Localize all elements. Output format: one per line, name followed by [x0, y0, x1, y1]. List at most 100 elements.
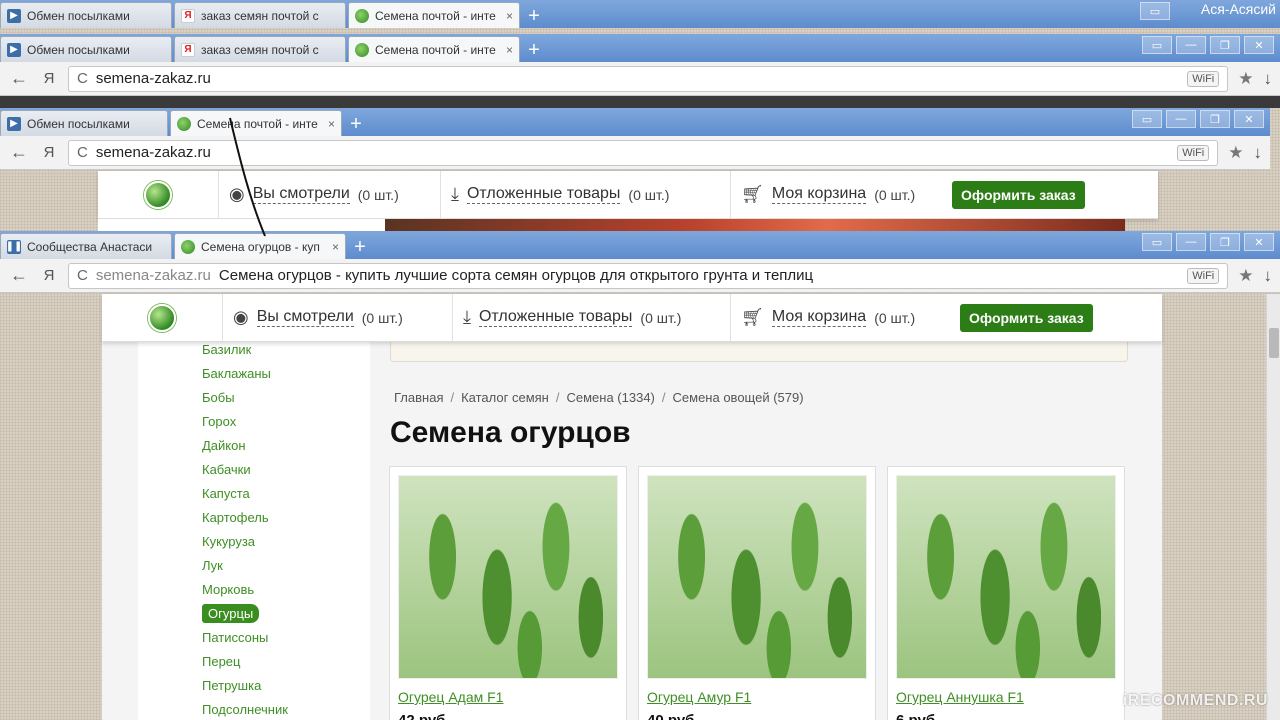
- sidebar-item[interactable]: Капуста: [196, 482, 366, 506]
- yandex-button[interactable]: Я: [40, 144, 58, 161]
- url-text: semena-zakaz.ru: [95, 267, 211, 284]
- product-card[interactable]: Огурец Адам F1 42 руб.: [389, 466, 627, 720]
- back-arrow-icon[interactable]: ←: [8, 265, 30, 286]
- tab-obmen[interactable]: ▶ Обмен посылками: [0, 36, 172, 62]
- bookmark-star-icon[interactable]: ★: [1238, 69, 1253, 89]
- breadcrumb-item[interactable]: Каталог семян: [461, 390, 549, 405]
- site-logo[interactable]: [148, 303, 176, 332]
- saved-link[interactable]: ⤓ Отложенные товары (0 шт.): [440, 171, 730, 218]
- play-icon: ▶: [7, 42, 21, 57]
- product-price: 42 руб.: [398, 712, 450, 720]
- tab-obmen[interactable]: ▶ Обмен посылками: [0, 2, 172, 28]
- category-sidebar: Базилик Баклажаны Бобы Горох Дайкон Каба…: [138, 294, 370, 720]
- sidebar-item[interactable]: Перец: [196, 650, 366, 674]
- product-image[interactable]: [398, 475, 618, 679]
- url-field[interactable]: C semena-zakaz.ru Семена огурцов - купит…: [68, 262, 1229, 289]
- restore-icon[interactable]: ❐: [1200, 110, 1230, 128]
- sidebar-item[interactable]: Горох: [196, 410, 366, 434]
- page-scrollbar[interactable]: [1266, 294, 1280, 720]
- tab-zakaz-semyan[interactable]: Я заказ семян почтой с: [174, 36, 346, 62]
- sidebar-item[interactable]: Морковь: [196, 578, 366, 602]
- product-name[interactable]: Огурец Аннушка F1: [896, 689, 1024, 705]
- tab-obmen[interactable]: ▶ Обмен посылками: [0, 110, 168, 136]
- cart-link[interactable]: 🛒︎ Моя корзина (0 шт.): [730, 171, 950, 218]
- menu-icon[interactable]: ▭: [1142, 233, 1172, 251]
- tab-semena-pochtoy[interactable]: Семена почтой - инте ×: [348, 36, 520, 62]
- refresh-icon[interactable]: C: [77, 267, 88, 284]
- back-arrow-icon[interactable]: ←: [8, 68, 30, 89]
- sidebar-item[interactable]: Кукуруза: [196, 530, 366, 554]
- restore-icon[interactable]: ❐: [1210, 36, 1240, 54]
- sidebar-item[interactable]: Подсолнечник: [196, 698, 366, 720]
- sidebar-item[interactable]: Лук: [196, 554, 366, 578]
- tab-semena-ogurtsov[interactable]: Семена огурцов - куп ×: [174, 233, 346, 259]
- new-tab-button[interactable]: +: [522, 4, 546, 28]
- sidebar-item[interactable]: Петрушка: [196, 674, 366, 698]
- restore-icon[interactable]: ❐: [1210, 233, 1240, 251]
- close-window-icon[interactable]: ✕: [1244, 36, 1274, 54]
- close-window-icon[interactable]: ✕: [1244, 233, 1274, 251]
- viewed-link[interactable]: ◉ Вы смотрели (0 шт.): [218, 171, 440, 218]
- close-window-icon[interactable]: ✕: [1234, 110, 1264, 128]
- bookmark-star-icon[interactable]: ★: [1238, 266, 1253, 286]
- back-arrow-icon[interactable]: ←: [8, 142, 30, 163]
- logo-cell: [98, 180, 218, 209]
- scrollbar-thumb[interactable]: [1269, 328, 1279, 358]
- page-title: Семена огурцов: [390, 416, 631, 449]
- menu-icon[interactable]: ▭: [1132, 110, 1162, 128]
- close-tab-icon[interactable]: ×: [506, 9, 513, 23]
- breadcrumb-item[interactable]: Семена овощей (579): [673, 390, 804, 405]
- download-icon[interactable]: ↓: [1264, 69, 1273, 89]
- close-tab-icon[interactable]: ×: [328, 117, 335, 131]
- yandex-button[interactable]: Я: [40, 70, 58, 87]
- sidebar-item[interactable]: Патиссоны: [196, 626, 366, 650]
- product-card[interactable]: Огурец Аннушка F1 6 руб.: [887, 466, 1125, 720]
- cart-link[interactable]: 🛒︎ Моя корзина (0 шт.): [730, 294, 954, 341]
- sidebar-item[interactable]: Баклажаны: [196, 362, 366, 386]
- sidebar-item-selected[interactable]: Огурцы: [196, 602, 366, 626]
- breadcrumb-item[interactable]: Семена (1334): [567, 390, 655, 405]
- product-name[interactable]: Огурец Амур F1: [647, 689, 751, 705]
- bookmark-star-icon[interactable]: ★: [1228, 143, 1243, 163]
- menu-icon[interactable]: ▭: [1140, 2, 1170, 20]
- refresh-icon[interactable]: C: [77, 70, 88, 87]
- product-image[interactable]: [896, 475, 1116, 679]
- product-card[interactable]: Огурец Амур F1 40 руб.: [638, 466, 876, 720]
- refresh-icon[interactable]: C: [77, 144, 88, 161]
- url-field[interactable]: C semena-zakaz.ru WiFi: [68, 65, 1229, 92]
- minimize-icon[interactable]: —: [1176, 233, 1206, 251]
- sidebar-item[interactable]: Картофель: [196, 506, 366, 530]
- new-tab-button[interactable]: +: [522, 38, 546, 62]
- viewed-link[interactable]: ◉ Вы смотрели (0 шт.): [222, 294, 452, 341]
- minimize-icon[interactable]: —: [1166, 110, 1196, 128]
- menu-icon[interactable]: ▭: [1142, 36, 1172, 54]
- tab-soobshchestva[interactable]: ❚❚ Сообщества Анастаси: [0, 233, 172, 259]
- order-button[interactable]: Оформить заказ: [952, 180, 1085, 209]
- order-button[interactable]: Оформить заказ: [960, 303, 1093, 332]
- close-tab-icon[interactable]: ×: [332, 240, 339, 254]
- sidebar-item[interactable]: Бобы: [196, 386, 366, 410]
- sidebar-item[interactable]: Кабачки: [196, 458, 366, 482]
- download-icon[interactable]: ↓: [1264, 266, 1273, 286]
- close-tab-icon[interactable]: ×: [506, 43, 513, 57]
- site-header-window-3: ◉ Вы смотрели (0 шт.) ⤓ Отложенные товар…: [98, 171, 1158, 219]
- yandex-button[interactable]: Я: [40, 267, 58, 284]
- new-tab-button[interactable]: +: [348, 235, 372, 259]
- wifi-badge: WiFi: [1187, 70, 1220, 87]
- tab-semena-pochtoy[interactable]: Семена почтой - инте ×: [348, 2, 520, 28]
- tab-zakaz-semyan[interactable]: Я заказ семян почтой с: [174, 2, 346, 28]
- product-image[interactable]: [647, 475, 867, 679]
- tab-semena-pochtoy[interactable]: Семена почтой - инте ×: [170, 110, 342, 136]
- download-icon[interactable]: ↓: [1254, 143, 1263, 163]
- product-name[interactable]: Огурец Адам F1: [398, 689, 503, 705]
- site-logo[interactable]: [144, 180, 172, 209]
- new-tab-button[interactable]: +: [344, 112, 368, 136]
- url-field[interactable]: C semena-zakaz.ru WiFi: [68, 139, 1219, 166]
- page-title-text: Семена огурцов - купить лучшие сорта сем…: [218, 267, 814, 284]
- sidebar-item[interactable]: Дайкон: [196, 434, 366, 458]
- minimize-icon[interactable]: —: [1176, 36, 1206, 54]
- product-price: 6 руб.: [896, 712, 939, 720]
- breadcrumb-item[interactable]: Главная: [394, 390, 443, 405]
- saved-link[interactable]: ⤓ Отложенные товары (0 шт.): [452, 294, 730, 341]
- address-bar-window-4: ← Я C semena-zakaz.ru Семена огурцов - к…: [0, 259, 1280, 293]
